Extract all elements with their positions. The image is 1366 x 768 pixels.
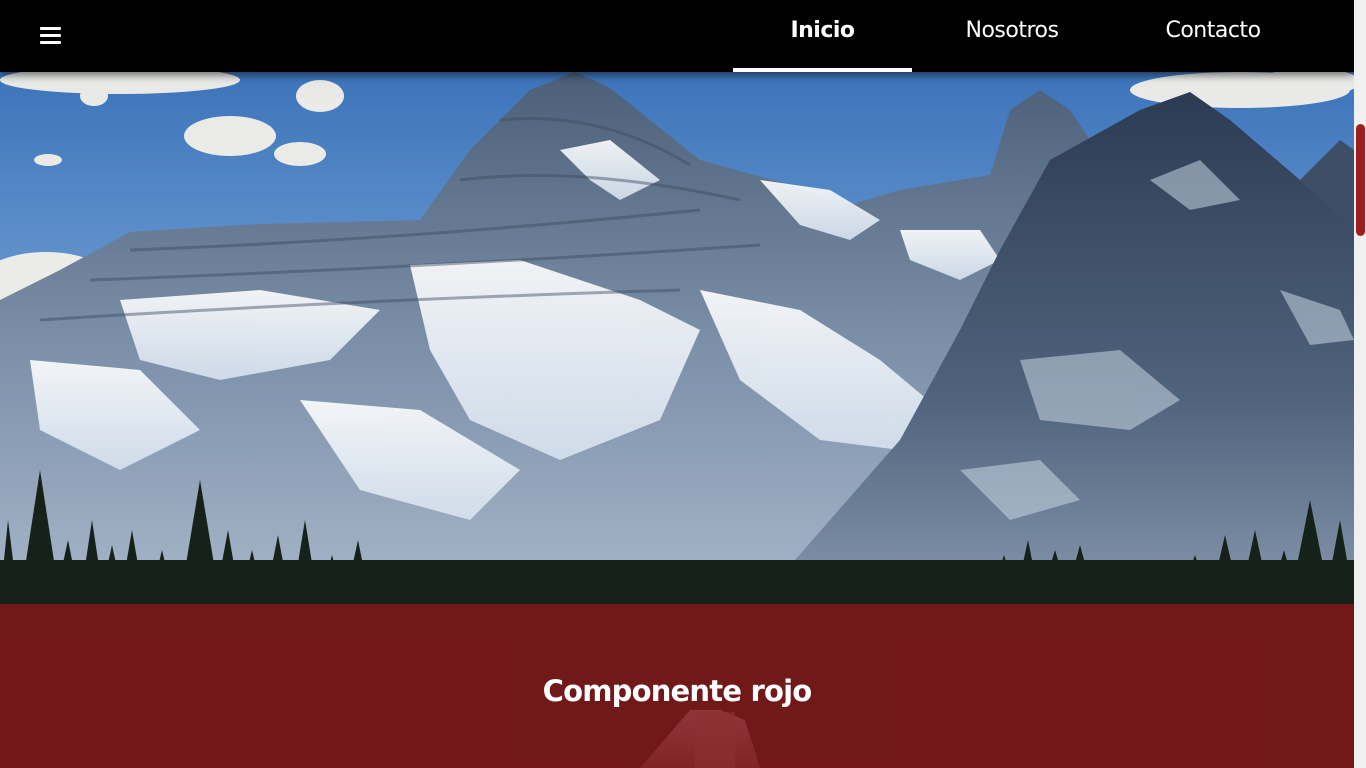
menu-line bbox=[40, 27, 61, 30]
nav-item-inicio[interactable]: Inicio bbox=[733, 0, 912, 72]
vertical-scrollbar[interactable] bbox=[1354, 0, 1366, 768]
red-component-title: Componente rojo bbox=[542, 674, 813, 708]
page: Inicio Nosotros Contacto Componente rojo bbox=[0, 0, 1354, 768]
hamburger-menu-icon[interactable] bbox=[36, 22, 64, 50]
scrollbar-thumb[interactable] bbox=[1356, 124, 1365, 236]
menu-line bbox=[40, 41, 61, 44]
top-navbar: Inicio Nosotros Contacto bbox=[0, 0, 1354, 72]
menu-line bbox=[40, 34, 61, 37]
nav-item-nosotros[interactable]: Nosotros bbox=[912, 0, 1112, 72]
nav-item-contacto[interactable]: Contacto bbox=[1112, 0, 1314, 72]
